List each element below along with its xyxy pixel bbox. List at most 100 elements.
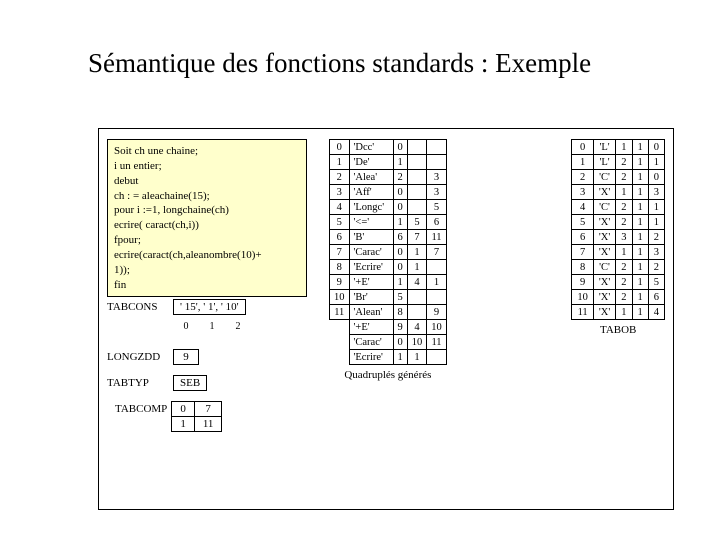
table-cell: 10	[407, 335, 427, 350]
table-cell: 0	[648, 170, 664, 185]
table-cell: 6	[572, 230, 594, 245]
table-cell: 9	[572, 275, 594, 290]
table-cell: 6	[330, 230, 350, 245]
longzdd-value: 9	[173, 349, 199, 365]
tabcomp-cell: 7	[194, 402, 222, 417]
table-cell: 'B'	[349, 230, 393, 245]
table-cell: 5	[407, 215, 427, 230]
table-cell: 2	[648, 260, 664, 275]
table-cell: 0	[393, 335, 407, 350]
code-line: pour i :=1, longchaine(ch)	[114, 203, 300, 218]
table-cell: 1	[616, 305, 632, 320]
table-cell	[427, 260, 447, 275]
table-cell: 7	[572, 245, 594, 260]
table-cell: 10	[330, 290, 350, 305]
table-cell: 0	[648, 140, 664, 155]
table-cell: 2	[616, 290, 632, 305]
tabcons-block: TABCONS ' 15', ' 1', ' 10' 0 1 2	[107, 299, 251, 332]
tabcomp-block: TABCOMP 0 7 1 11	[107, 401, 222, 432]
table-cell: 7	[330, 245, 350, 260]
table-cell	[407, 155, 427, 170]
table-cell: 2	[572, 170, 594, 185]
table-cell: 'Alea'	[349, 170, 393, 185]
table-cell	[427, 155, 447, 170]
tabtyp-block: TABTYP SEB	[107, 375, 207, 397]
table-cell: 'Dcc'	[349, 140, 393, 155]
tabob-table: 0'L'1101'L'2112'C'2103'X'1134'C'2115'X'2…	[571, 139, 665, 336]
table-cell: 1	[330, 155, 350, 170]
table-cell: 0	[572, 140, 594, 155]
page-title: Sémantique des fonctions standards : Exe…	[0, 0, 720, 79]
table-cell: 'X'	[593, 185, 615, 200]
table-cell: 2	[616, 200, 632, 215]
code-line: i un entier;	[114, 159, 300, 174]
table-cell: 11	[330, 305, 350, 320]
tabcomp-label: TABCOMP	[107, 402, 172, 417]
quadruples-caption: Quadruplés générés	[329, 369, 447, 381]
table-cell: 0	[393, 200, 407, 215]
table-cell: 5	[572, 215, 594, 230]
table-cell	[427, 140, 447, 155]
table-cell: 1	[632, 275, 648, 290]
table-cell: 'X'	[593, 275, 615, 290]
table-cell: 1	[632, 140, 648, 155]
table-cell: 'Aff'	[349, 185, 393, 200]
table-cell: 5	[648, 275, 664, 290]
table-cell: 11	[427, 230, 447, 245]
tabtyp-value: SEB	[173, 375, 207, 391]
longzdd-block: LONGZDD 9	[107, 349, 199, 371]
table-cell	[407, 305, 427, 320]
table-cell: 4	[572, 200, 594, 215]
table-cell: 1	[407, 245, 427, 260]
table-cell: 6	[427, 215, 447, 230]
table-cell: 2	[616, 155, 632, 170]
table-cell: 1	[632, 305, 648, 320]
tabcons-label: TABCONS	[107, 301, 173, 313]
table-cell: 2	[616, 275, 632, 290]
table-cell	[407, 140, 427, 155]
table-cell: 'Carac'	[349, 245, 393, 260]
table-cell: 3	[330, 185, 350, 200]
table-cell: 'Ecrire'	[349, 350, 393, 365]
table-cell: 5	[393, 290, 407, 305]
table-cell: 2	[616, 170, 632, 185]
table-cell: 3	[427, 170, 447, 185]
table-cell: 2	[616, 215, 632, 230]
code-line: fin	[114, 278, 300, 293]
table-cell: 'C'	[593, 200, 615, 215]
idx-2: 2	[225, 321, 251, 332]
table-cell: 4	[330, 200, 350, 215]
table-cell: 'X'	[593, 245, 615, 260]
code-line: debut	[114, 174, 300, 189]
longzdd-label: LONGZDD	[107, 351, 173, 363]
table-cell: 3	[616, 230, 632, 245]
table-cell	[407, 185, 427, 200]
table-cell: 10	[427, 320, 447, 335]
tabcomp-cell: 1	[172, 417, 195, 432]
code-line: ch : = aleachaine(15);	[114, 189, 300, 204]
table-cell: '+E'	[349, 275, 393, 290]
tabtyp-label: TABTYP	[107, 377, 173, 389]
table-cell: 'X'	[593, 305, 615, 320]
table-cell	[427, 290, 447, 305]
table-cell	[407, 170, 427, 185]
table-cell	[407, 290, 427, 305]
table-cell: 4	[407, 320, 427, 335]
code-line: 1));	[114, 263, 300, 278]
table-cell: 2	[330, 170, 350, 185]
tabcons-value: ' 15', ' 1', ' 10'	[173, 299, 246, 315]
table-cell: 8	[330, 260, 350, 275]
table-cell: 1	[393, 350, 407, 365]
table-cell: 1	[632, 200, 648, 215]
table-cell: 1	[427, 275, 447, 290]
tabcons-index-row: 0 1 2	[173, 321, 251, 332]
table-cell: 'Carac'	[349, 335, 393, 350]
idx-1: 1	[199, 321, 225, 332]
table-cell: 11	[572, 305, 594, 320]
table-cell: 3	[648, 245, 664, 260]
table-cell: 9	[427, 305, 447, 320]
table-cell: 'L'	[593, 140, 615, 155]
code-line: Soit ch une chaine;	[114, 144, 300, 159]
table-cell: 'Longc'	[349, 200, 393, 215]
table-cell: 3	[648, 185, 664, 200]
